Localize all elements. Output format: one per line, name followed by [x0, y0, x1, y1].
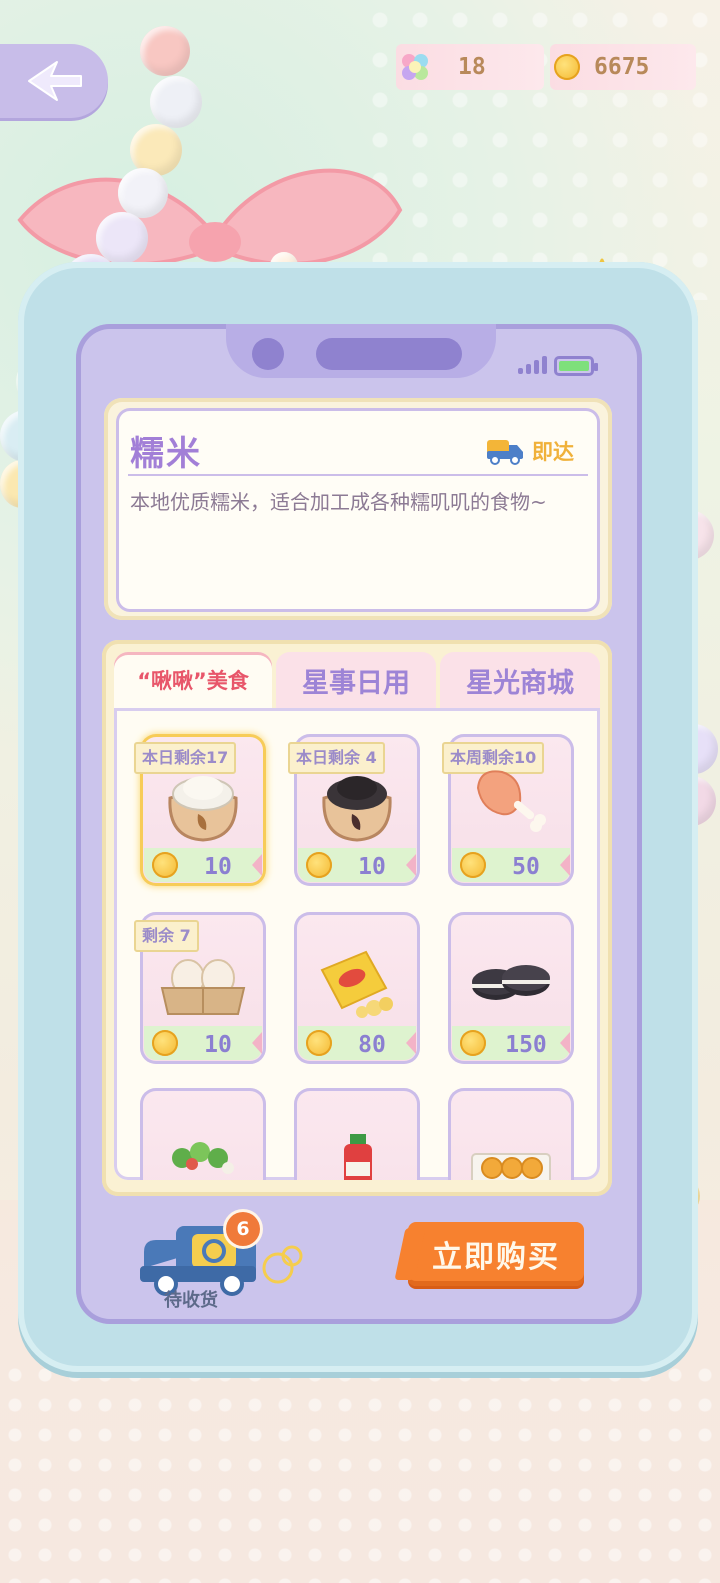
product-price: 80 — [358, 1032, 386, 1058]
product-grid: 本日剩余17 10 本日剩余 4 10 本周剩余10 50 剩余 7 10 80… — [114, 708, 600, 1180]
product-price: 50 — [512, 854, 540, 880]
bead-decoration — [118, 168, 168, 218]
chips-bag-icon — [320, 950, 393, 1018]
pending-count-badge: 6 — [226, 1212, 260, 1246]
rainbow-star-icon — [402, 54, 428, 80]
camera-dot — [252, 338, 284, 370]
coin-icon — [306, 1030, 332, 1056]
product-card[interactable] — [448, 1088, 574, 1180]
cookies-icon — [472, 965, 550, 1000]
coin-currency-value: 6675 — [594, 54, 650, 80]
product-card[interactable] — [140, 1088, 266, 1180]
battery-icon — [554, 356, 598, 376]
back-button[interactable] — [0, 44, 108, 118]
buy-now-button[interactable]: 立即购买 — [408, 1222, 584, 1286]
rice-sack-icon — [168, 776, 238, 842]
coin-icon — [152, 1030, 178, 1056]
pending-delivery-label: 待收货 — [164, 1290, 218, 1311]
product-price: 150 — [505, 1032, 547, 1058]
product-card[interactable]: 150 — [448, 912, 574, 1064]
black-rice-sack-icon — [322, 776, 392, 842]
coin-currency-bar: 6675 — [550, 44, 696, 90]
delivery-tag: 即达 — [486, 436, 574, 466]
buy-now-label: 立即购买 — [432, 1240, 560, 1275]
tab-daily-goods[interactable]: 星事日用 — [276, 652, 436, 708]
star-currency-bar: 18 — [396, 44, 544, 90]
coin-icon — [460, 852, 486, 878]
coin-icon — [460, 1030, 486, 1056]
product-card[interactable]: 本日剩余17 10 — [134, 734, 266, 886]
product-price: 10 — [204, 1032, 232, 1058]
item-description: 本地优质糯米，适合加工成各种糯叽叽的食物~ — [130, 490, 547, 514]
product-price: 10 — [204, 854, 232, 880]
product-price: 10 — [358, 854, 386, 880]
product-card[interactable]: 剩余 7 10 — [134, 912, 266, 1064]
pending-delivery-truck-icon[interactable] — [136, 1216, 306, 1316]
eggs-icon — [160, 959, 246, 1015]
tab-star-mall[interactable]: 星光商城 — [440, 652, 600, 708]
speaker-pill — [316, 338, 462, 370]
coin-icon — [306, 852, 332, 878]
egg-tarts-icon — [471, 1153, 551, 1180]
item-name: 糯米 — [130, 434, 202, 474]
bead-decoration — [140, 26, 190, 76]
product-card[interactable]: 本周剩余10 50 — [442, 734, 574, 886]
product-card[interactable] — [294, 1088, 420, 1180]
chicken-leg-icon — [476, 770, 546, 832]
bead-decoration — [150, 76, 202, 128]
delivery-truck-icon — [487, 440, 523, 465]
star-currency-value: 18 — [458, 54, 486, 80]
product-card[interactable]: 80 — [294, 912, 420, 1064]
divider — [128, 474, 588, 476]
coin-icon — [152, 852, 178, 878]
tab-food[interactable]: “啾啾”美食 — [114, 652, 272, 708]
coin-icon — [554, 54, 580, 80]
delivery-label: 即达 — [532, 440, 574, 464]
back-arrow-icon — [28, 61, 82, 101]
background-lace-bottom — [0, 1360, 720, 1583]
signal-icon — [518, 356, 547, 374]
bead-decoration — [96, 212, 148, 264]
product-card[interactable]: 本日剩余 4 10 — [288, 734, 420, 886]
juice-bottle-icon — [344, 1134, 372, 1180]
salad-icon — [172, 1142, 234, 1174]
